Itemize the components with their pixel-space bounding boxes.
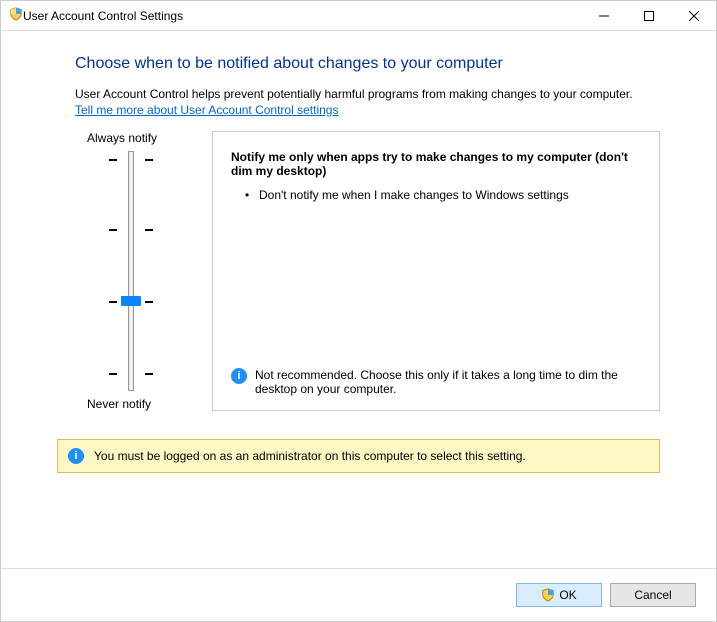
- ok-button[interactable]: OK: [516, 583, 602, 607]
- slider-track: [128, 151, 134, 391]
- slider-tick: [145, 373, 153, 375]
- info-icon: i: [68, 448, 84, 464]
- level-bullet: • Don't notify me when I make changes to…: [245, 188, 641, 202]
- titlebar: User Account Control Settings: [1, 1, 716, 31]
- level-description-panel: Notify me only when apps try to make cha…: [212, 131, 660, 411]
- ok-button-label: OK: [559, 588, 576, 602]
- cancel-button[interactable]: Cancel: [610, 583, 696, 607]
- notification-slider[interactable]: [101, 151, 161, 391]
- slider-column: Always notify Never notify: [57, 131, 212, 411]
- admin-notice-text: You must be logged on as an administrato…: [94, 449, 526, 463]
- main-row: Always notify Never notify Notify me onl…: [57, 131, 660, 411]
- uac-settings-window: User Account Control Settings Choose whe…: [0, 0, 717, 622]
- page-description: User Account Control helps prevent poten…: [75, 87, 660, 101]
- slider-top-label: Always notify: [87, 131, 157, 145]
- close-button[interactable]: [671, 1, 716, 31]
- window-title: User Account Control Settings: [23, 9, 581, 23]
- page-heading: Choose when to be notified about changes…: [75, 55, 660, 73]
- slider-tick: [109, 373, 117, 375]
- recommendation-note: i Not recommended. Choose this only if i…: [231, 368, 641, 396]
- slider-tick: [109, 159, 117, 161]
- minimize-button[interactable]: [581, 1, 626, 31]
- slider-tick: [109, 301, 117, 303]
- slider-tick: [145, 159, 153, 161]
- button-row: OK Cancel: [1, 568, 716, 621]
- recommendation-text: Not recommended. Choose this only if it …: [255, 368, 641, 396]
- slider-tick: [145, 301, 153, 303]
- slider-tick: [145, 229, 153, 231]
- bullet-text: Don't notify me when I make changes to W…: [259, 188, 569, 202]
- level-heading: Notify me only when apps try to make cha…: [231, 150, 641, 178]
- help-link[interactable]: Tell me more about User Account Control …: [75, 103, 660, 117]
- content-area: Choose when to be notified about changes…: [1, 31, 716, 568]
- slider-bottom-label: Never notify: [87, 397, 151, 411]
- cancel-button-label: Cancel: [634, 588, 671, 602]
- slider-tick: [109, 229, 117, 231]
- bullet-icon: •: [245, 188, 259, 202]
- info-icon: i: [231, 368, 247, 384]
- slider-thumb[interactable]: [121, 296, 141, 306]
- shield-icon: [541, 588, 555, 602]
- maximize-button[interactable]: [626, 1, 671, 31]
- shield-icon: [9, 7, 23, 24]
- admin-notice-bar: i You must be logged on as an administra…: [57, 439, 660, 473]
